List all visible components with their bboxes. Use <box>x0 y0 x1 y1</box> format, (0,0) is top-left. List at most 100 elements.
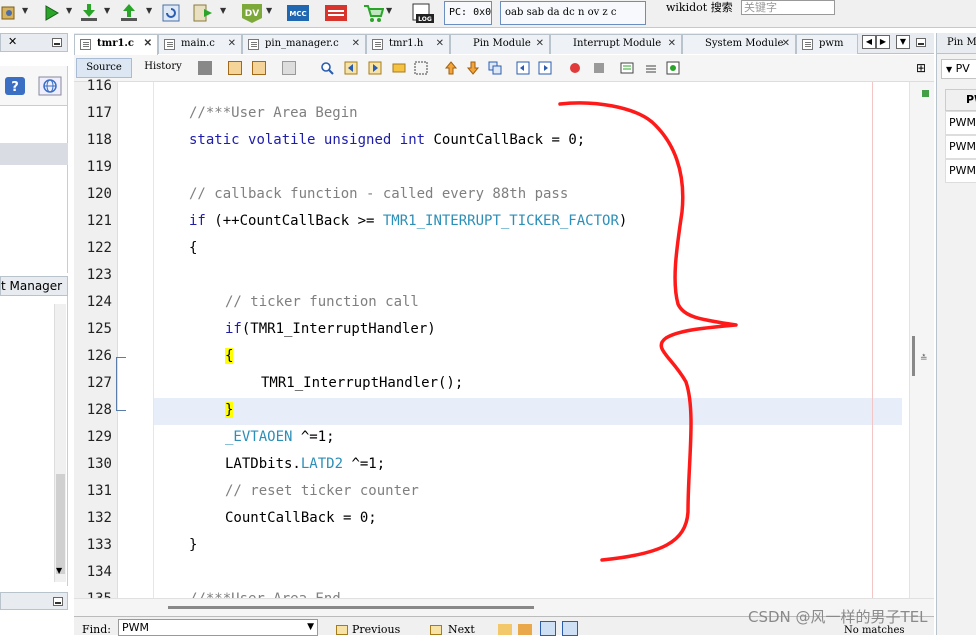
tab-interrupt-module[interactable]: Interrupt Module ✕ <box>550 34 682 54</box>
scrollbar-thumb[interactable] <box>168 606 534 609</box>
settings-icon[interactable] <box>666 61 680 75</box>
tab-pin-module[interactable]: Pin Module ✕ <box>450 34 550 54</box>
tab-pwm[interactable]: pwm <box>796 34 858 54</box>
minimize-icon[interactable] <box>916 38 926 47</box>
next-button[interactable]: Next <box>448 623 475 636</box>
chevron-down-icon[interactable]: ▼ <box>146 6 152 15</box>
cart-icon[interactable] <box>362 2 384 24</box>
chevron-down-icon[interactable]: ▼ <box>66 6 72 15</box>
close-icon[interactable]: ✕ <box>144 35 152 53</box>
minimize-icon[interactable] <box>52 38 62 47</box>
right-panel-header[interactable]: ▼ PV <box>941 59 976 79</box>
bookmark-icon[interactable] <box>282 61 296 75</box>
code-line: if(TMR1_InterruptHandler) <box>225 321 436 337</box>
line-number: 132 <box>86 510 112 526</box>
program-icon[interactable] <box>118 2 140 24</box>
tree-item-selected[interactable] <box>0 143 68 165</box>
table-row[interactable]: PWM <box>945 111 976 135</box>
mcc-icon[interactable]: MCC <box>286 2 310 24</box>
help-icon[interactable]: ? <box>4 76 26 96</box>
tab-list-icon[interactable]: ▼ <box>896 35 910 49</box>
dv-icon[interactable]: DV <box>240 2 264 24</box>
chevron-down-icon[interactable]: ▼ <box>386 6 392 15</box>
close-icon[interactable]: ✕ <box>436 35 444 53</box>
line-number: 126 <box>86 348 112 364</box>
close-icon[interactable]: ✕ <box>668 35 676 53</box>
refresh-icon[interactable] <box>160 2 182 24</box>
stop-macro-icon[interactable] <box>592 61 606 75</box>
scroll-tabs-right-icon[interactable]: ▶ <box>876 35 890 49</box>
minimize-icon[interactable] <box>53 597 63 606</box>
vertical-scrollbar[interactable]: ▼ <box>54 304 66 582</box>
chevron-down-icon[interactable]: ▼ <box>56 566 62 575</box>
tab-pin-manager[interactable]: Pin M <box>937 33 976 54</box>
highlight-results-icon[interactable] <box>498 624 512 635</box>
close-icon[interactable]: ✕ <box>536 35 544 53</box>
chevron-down-icon[interactable]: ▼ <box>266 6 272 15</box>
search-input[interactable]: 关键字 <box>741 0 835 15</box>
code-line: // ticker function call <box>225 294 419 310</box>
globe-icon[interactable] <box>38 76 62 96</box>
find-prev-icon[interactable] <box>344 61 358 75</box>
tab-tmr1-h[interactable]: tmr1.h ✕ <box>366 34 450 54</box>
find-next-icon[interactable] <box>368 61 382 75</box>
table-header[interactable]: PW <box>945 89 976 111</box>
code-line: } <box>189 537 198 553</box>
run-config-icon[interactable] <box>0 2 22 24</box>
find-next-icon[interactable] <box>430 625 442 635</box>
toggle-rect-select-icon[interactable] <box>414 61 428 75</box>
toggle-bookmark-icon[interactable] <box>488 61 502 75</box>
next-bookmark-icon[interactable] <box>466 61 480 75</box>
close-icon[interactable]: ✕ <box>782 35 790 53</box>
previous-button[interactable]: Previous <box>352 623 400 636</box>
h-file-icon <box>372 39 383 50</box>
find-input[interactable]: PWM ▼ <box>118 619 318 636</box>
harmony-icon[interactable] <box>324 2 348 24</box>
error-stripe[interactable]: ≛ <box>909 82 934 598</box>
run-icon[interactable] <box>40 2 62 24</box>
match-case-icon[interactable] <box>518 624 532 635</box>
find-prev-icon[interactable] <box>336 625 348 635</box>
split-editor-icon[interactable]: ⊞ <box>914 61 928 75</box>
main-toolbar: ▼ ▼ ▼ ▼ ▼ DV ▼ MCC ▼ LOG PC: 0x0 oab sab… <box>0 0 976 28</box>
debug-icon[interactable] <box>192 2 214 24</box>
line-number: 118 <box>86 132 112 148</box>
chevron-down-icon[interactable]: ▼ <box>22 6 28 15</box>
source-tab[interactable]: Source <box>76 58 132 78</box>
tab-tmr1-c[interactable]: tmr1.c ✕ <box>74 34 158 55</box>
table-row[interactable]: PWM <box>945 159 976 183</box>
close-icon[interactable]: ✕ <box>352 35 360 53</box>
shift-right-icon[interactable] <box>538 61 552 75</box>
chevron-down-icon[interactable]: ▼ <box>307 620 314 635</box>
shift-left-icon[interactable] <box>516 61 530 75</box>
tab-system-module[interactable]: System Module ✕ <box>682 34 796 54</box>
close-icon[interactable]: ✕ <box>8 35 17 48</box>
table-row[interactable]: PWM <box>945 135 976 159</box>
code-line: TMR1_InterruptHandler(); <box>261 375 464 391</box>
comment-icon[interactable] <box>620 61 634 75</box>
find-icon[interactable] <box>320 61 334 75</box>
forward-icon[interactable] <box>252 61 266 75</box>
prev-bookmark-icon[interactable] <box>444 61 458 75</box>
close-icon[interactable]: ✕ <box>228 35 236 53</box>
log-icon[interactable]: LOG <box>410 2 436 24</box>
build-icon[interactable] <box>78 2 100 24</box>
toggle-highlight-icon[interactable] <box>392 61 406 75</box>
history-tab[interactable]: History <box>136 58 190 78</box>
scroll-tabs-left-icon[interactable]: ◀ <box>862 35 876 49</box>
tab-pin-manager-c[interactable]: pin_manager.c ✕ <box>242 34 366 54</box>
uncomment-icon[interactable] <box>644 61 658 75</box>
last-edit-icon[interactable] <box>198 61 212 75</box>
back-icon[interactable] <box>228 61 242 75</box>
scrollbar-thumb[interactable] <box>56 474 65 574</box>
scrollbar-thumb[interactable] <box>912 336 915 376</box>
chevron-down-icon[interactable]: ▼ <box>220 6 226 15</box>
chevron-down-icon[interactable]: ▼ <box>946 65 952 74</box>
whole-words-icon[interactable] <box>540 621 556 636</box>
tab-main-c[interactable]: main.c ✕ <box>158 34 242 54</box>
regex-icon[interactable] <box>562 621 578 636</box>
chevron-down-icon[interactable]: ▼ <box>104 6 110 15</box>
record-macro-icon[interactable] <box>568 61 582 75</box>
code-editor[interactable]: ≛ 116 117 118 119 120 121 122 123 124 12… <box>74 78 934 607</box>
fold-marker[interactable] <box>116 357 126 411</box>
